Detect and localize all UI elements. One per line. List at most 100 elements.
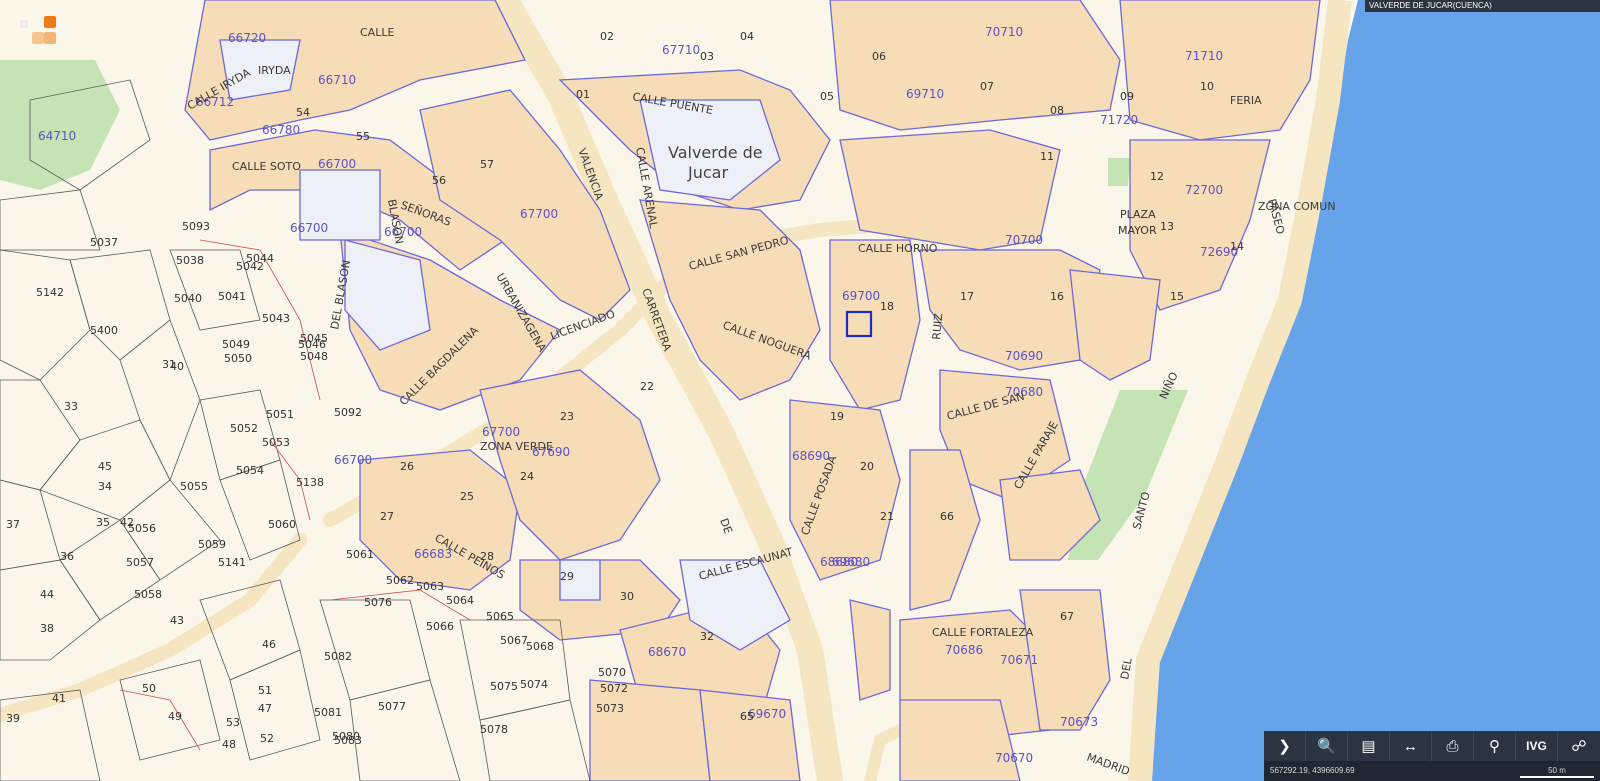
parcel-number: 08: [1050, 104, 1064, 117]
parcel-number: 15: [1170, 290, 1184, 303]
parcel-number: 5141: [218, 556, 246, 569]
parcel-number: 50: [142, 682, 156, 695]
parcel-number: 47: [258, 702, 272, 715]
parcel-number: 5081: [314, 706, 342, 719]
measure-icon[interactable]: ↔: [1390, 731, 1432, 761]
parcel-number: 5073: [596, 702, 624, 715]
parcel-number: 5037: [90, 236, 118, 249]
parcel-number: 5052: [230, 422, 258, 435]
print-icon[interactable]: ⎙: [1432, 731, 1474, 761]
parcel-number: 23: [560, 410, 574, 423]
zone-label: 66710: [318, 73, 356, 87]
parcel-number: 06: [872, 50, 886, 63]
parcel-number: 54: [296, 106, 310, 119]
park-area-plaza: [1108, 158, 1130, 186]
parcel-number: 49: [168, 710, 182, 723]
parcel-number: 5063: [416, 580, 444, 593]
zone-label: 70670: [995, 751, 1033, 765]
measure-glyph: ↔: [1403, 737, 1418, 755]
parcel-number: 5059: [198, 538, 226, 551]
street-label: ZONA COMUN: [1258, 200, 1336, 213]
parcel-number: 16: [1050, 290, 1064, 303]
parcel-number: 5078: [480, 723, 508, 736]
parcel-number: 53: [226, 716, 240, 729]
parcel-number: 04: [740, 30, 754, 43]
parcel-number: 57: [480, 158, 494, 171]
parcel-number: 29: [560, 570, 574, 583]
parcel-number: 27: [380, 510, 394, 523]
zone-label: 71710: [1185, 49, 1223, 63]
parcel-number: 11: [1040, 150, 1054, 163]
parcel-number: 21: [880, 510, 894, 523]
place-label-jucar: Jucar: [687, 163, 728, 182]
window-title-bar: VALVERDE DE JUCAR(CUENCA): [1365, 0, 1600, 12]
parcel-number: 5041: [218, 290, 246, 303]
parcel-number: 5058: [134, 588, 162, 601]
zone-label: 69710: [906, 87, 944, 101]
parcel-number: 37: [6, 518, 20, 531]
place-label-valverde: Valverde de: [668, 143, 763, 162]
parcel-number: 5074: [520, 678, 548, 691]
cadastral-map[interactable]: 6672066710667126678066700667006770067710…: [0, 0, 1600, 781]
parcel-number: 5044: [246, 252, 274, 265]
parcel-number: 55: [356, 130, 370, 143]
location-pin-icon[interactable]: ⚲: [1474, 731, 1516, 761]
group-icon[interactable]: ☍: [1558, 731, 1600, 761]
parcel-number: 24: [520, 470, 534, 483]
parcel-number: 13: [1160, 220, 1174, 233]
parcel-number: 46: [262, 638, 276, 651]
parcel-number: 66: [940, 510, 954, 523]
chevron-right-icon[interactable]: ❯: [1264, 731, 1306, 761]
zone-label: 64710: [38, 129, 76, 143]
zone-label: 66780: [262, 123, 300, 137]
print-glyph: ⎙: [1446, 737, 1459, 755]
parcel-number: 05: [820, 90, 834, 103]
parcel-number: 18: [880, 300, 894, 313]
parcel-number: 5061: [346, 548, 374, 561]
parcel-number: 41: [52, 692, 66, 705]
parcel-number: 10: [1200, 80, 1214, 93]
parcel-number: 5065: [486, 610, 514, 623]
layers-icon[interactable]: ▤: [1348, 731, 1390, 761]
place-label-plaza: PLAZA: [1120, 208, 1156, 221]
parcel-number: 5070: [598, 666, 626, 679]
street-label: IRYDA: [258, 64, 291, 77]
chevron-right-glyph: ❯: [1278, 738, 1291, 755]
parcel-number: 19: [830, 410, 844, 423]
location-pin-glyph: ⚲: [1489, 738, 1500, 755]
parcel-number: 35: [96, 516, 110, 529]
ivg-text-icon[interactable]: IVG: [1516, 731, 1558, 761]
parcel-number: 5049: [222, 338, 250, 351]
zone-label: 70710: [985, 25, 1023, 39]
parcel-number: 5092: [334, 406, 362, 419]
parcel-number: 5038: [176, 254, 204, 267]
zone-label: 70671: [1000, 653, 1038, 667]
parcel-number: 5083: [334, 734, 362, 747]
parcel-number: 5075: [490, 680, 518, 693]
zone-label: 69680: [832, 555, 870, 569]
zone-label: 72700: [1185, 183, 1223, 197]
parcel-number: 5082: [324, 650, 352, 663]
coordinates-readout: 567292.19, 4396609.69: [1270, 766, 1355, 775]
parcel-number: 09: [1120, 90, 1134, 103]
zone-label: 69700: [842, 289, 880, 303]
app-logo-icon: [20, 12, 60, 52]
scale-label: 50 m: [1548, 766, 1566, 775]
parcel-number: 34: [98, 480, 112, 493]
zone-label: 70673: [1060, 715, 1098, 729]
street-label: CALLE FORTALEZA: [932, 626, 1034, 639]
street-label: FERIA: [1230, 94, 1262, 107]
parcel-number: 40: [170, 360, 184, 373]
parcel-number: 5054: [236, 464, 264, 477]
street-label: RUIZ: [930, 312, 945, 340]
parcel-number: 44: [40, 588, 54, 601]
parcel-number: 5055: [180, 480, 208, 493]
ivg-glyph: IVG: [1526, 739, 1547, 753]
parcel-number: 5077: [378, 700, 406, 713]
street-label: ZONA VERDE: [480, 440, 553, 453]
zone-label: 70690: [1005, 349, 1043, 363]
search-icon[interactable]: 🔍: [1306, 731, 1348, 761]
parcel-number: 25: [460, 490, 474, 503]
parcel-number: 5076: [364, 596, 392, 609]
parcel-number: 5138: [296, 476, 324, 489]
